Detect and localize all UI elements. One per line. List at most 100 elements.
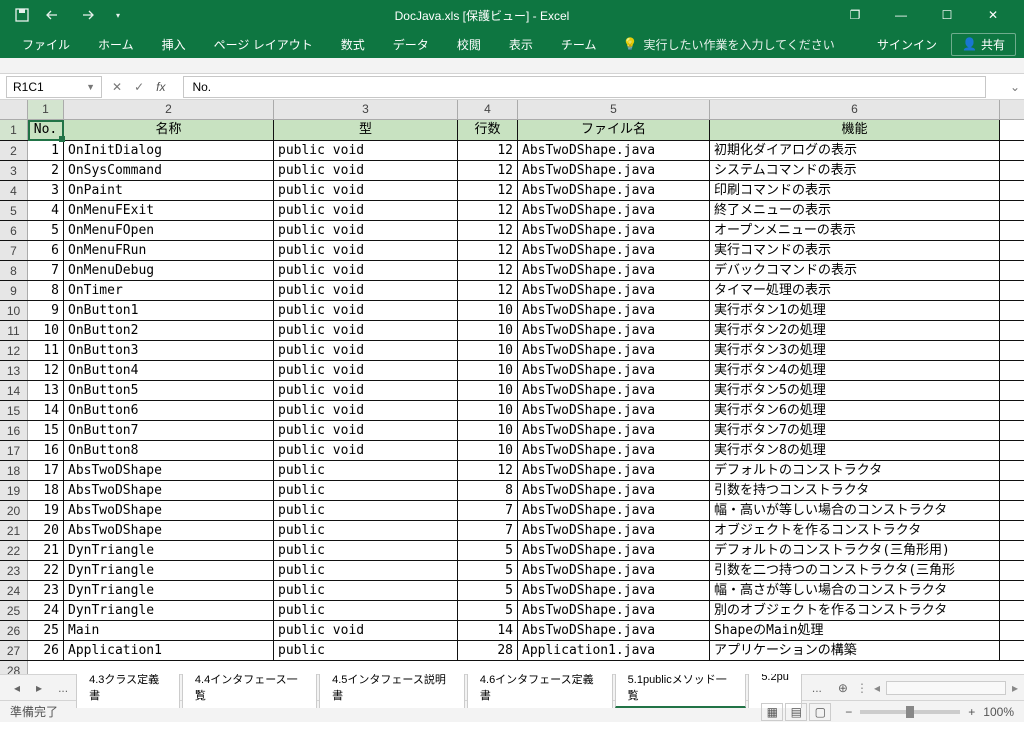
cell-func[interactable]: 印刷コマンドの表示: [710, 181, 1000, 200]
row-header[interactable]: 12: [0, 341, 28, 360]
page-layout-view-button[interactable]: ▤: [785, 703, 807, 721]
cell-file[interactable]: AbsTwoDShape.java: [518, 581, 710, 600]
cell-file[interactable]: AbsTwoDShape.java: [518, 461, 710, 480]
cell-no[interactable]: 7: [28, 261, 64, 280]
row-header[interactable]: 15: [0, 401, 28, 420]
ribbon-tab-8[interactable]: チーム: [547, 30, 611, 58]
cell-no[interactable]: 25: [28, 621, 64, 640]
cell-type[interactable]: public void: [274, 301, 458, 320]
table-header-cell[interactable]: No.: [28, 120, 64, 140]
cell-name[interactable]: AbsTwoDShape: [64, 501, 274, 520]
cell-func[interactable]: 実行ボタン5の処理: [710, 381, 1000, 400]
ribbon-tab-6[interactable]: 校閲: [443, 30, 495, 58]
cell-name[interactable]: OnButton5: [64, 381, 274, 400]
row-header[interactable]: 26: [0, 621, 28, 640]
tab-split-handle[interactable]: ⋮: [856, 681, 868, 695]
cell-file[interactable]: AbsTwoDShape.java: [518, 261, 710, 280]
cell-no[interactable]: 9: [28, 301, 64, 320]
cell-func[interactable]: 幅・高いが等しい場合のコンストラクタ: [710, 501, 1000, 520]
share-button[interactable]: 👤 共有: [951, 33, 1016, 56]
cell-no[interactable]: 4: [28, 201, 64, 220]
cell-lines[interactable]: 12: [458, 261, 518, 280]
tab-more[interactable]: ...: [804, 678, 830, 698]
ribbon-tab-4[interactable]: 数式: [327, 30, 379, 58]
cell-file[interactable]: AbsTwoDShape.java: [518, 421, 710, 440]
cell-file[interactable]: AbsTwoDShape.java: [518, 361, 710, 380]
signin-link[interactable]: サインイン: [877, 36, 937, 53]
cell-file[interactable]: AbsTwoDShape.java: [518, 221, 710, 240]
cell-type[interactable]: public void: [274, 361, 458, 380]
cell-name[interactable]: OnButton3: [64, 341, 274, 360]
cell-func[interactable]: 実行コマンドの表示: [710, 241, 1000, 260]
cell-file[interactable]: Application1.java: [518, 641, 710, 660]
cell-lines[interactable]: 10: [458, 441, 518, 460]
cell-lines[interactable]: 7: [458, 521, 518, 540]
row-header[interactable]: 3: [0, 161, 28, 180]
cell-func[interactable]: 別のオブジェクトを作るコンストラクタ: [710, 601, 1000, 620]
cell-file[interactable]: AbsTwoDShape.java: [518, 501, 710, 520]
cell-lines[interactable]: 12: [458, 221, 518, 240]
zoom-out-button[interactable]: −: [845, 705, 852, 719]
hscroll-left-icon[interactable]: ◂: [874, 681, 880, 695]
cell-file[interactable]: AbsTwoDShape.java: [518, 141, 710, 160]
cell-type[interactable]: public void: [274, 441, 458, 460]
tab-nav-left[interactable]: ◂: [6, 681, 28, 695]
select-all-corner[interactable]: [0, 100, 28, 119]
row-header[interactable]: 19: [0, 481, 28, 500]
cell-name[interactable]: OnButton6: [64, 401, 274, 420]
cell-name[interactable]: OnButton4: [64, 361, 274, 380]
cell-lines[interactable]: 10: [458, 401, 518, 420]
cell-name[interactable]: OnButton1: [64, 301, 274, 320]
zoom-slider-thumb[interactable]: [906, 706, 914, 718]
cell-type[interactable]: public: [274, 581, 458, 600]
cell-type[interactable]: public void: [274, 201, 458, 220]
cell-type[interactable]: public void: [274, 341, 458, 360]
spreadsheet-grid[interactable]: 123456 1No.名称型行数ファイル名機能21OnInitDialogpub…: [0, 100, 1024, 674]
cell-lines[interactable]: 10: [458, 381, 518, 400]
row-header[interactable]: 5: [0, 201, 28, 220]
cell-no[interactable]: 24: [28, 601, 64, 620]
column-header[interactable]: 6: [710, 100, 1000, 119]
cell-file[interactable]: AbsTwoDShape.java: [518, 181, 710, 200]
undo-button[interactable]: [40, 3, 68, 27]
cell-file[interactable]: AbsTwoDShape.java: [518, 541, 710, 560]
save-button[interactable]: [8, 3, 36, 27]
row-header[interactable]: 23: [0, 561, 28, 580]
ribbon-tab-2[interactable]: 挿入: [148, 30, 200, 58]
cell-func[interactable]: ShapeのMain処理: [710, 621, 1000, 640]
cell-no[interactable]: 16: [28, 441, 64, 460]
cell-name[interactable]: Application1: [64, 641, 274, 660]
cell-type[interactable]: public void: [274, 221, 458, 240]
cell-lines[interactable]: 5: [458, 601, 518, 620]
row-header[interactable]: 27: [0, 641, 28, 660]
cell-no[interactable]: 5: [28, 221, 64, 240]
qat-customize-icon[interactable]: ▾: [104, 3, 132, 27]
row-header[interactable]: 8: [0, 261, 28, 280]
cell-file[interactable]: AbsTwoDShape.java: [518, 481, 710, 500]
cell-type[interactable]: public void: [274, 241, 458, 260]
zoom-slider[interactable]: [860, 710, 960, 714]
cell-lines[interactable]: 12: [458, 141, 518, 160]
table-header-cell[interactable]: 行数: [458, 120, 518, 140]
cell-type[interactable]: public: [274, 561, 458, 580]
cell-no[interactable]: 11: [28, 341, 64, 360]
cell-type[interactable]: public: [274, 541, 458, 560]
cell-no[interactable]: 3: [28, 181, 64, 200]
cell-func[interactable]: 幅・高さが等しい場合のコンストラクタ: [710, 581, 1000, 600]
cell-name[interactable]: OnMenuFOpen: [64, 221, 274, 240]
cell-file[interactable]: AbsTwoDShape.java: [518, 281, 710, 300]
cell-no[interactable]: 26: [28, 641, 64, 660]
cell-no[interactable]: 21: [28, 541, 64, 560]
cell-name[interactable]: DynTriangle: [64, 541, 274, 560]
new-sheet-button[interactable]: ⊕: [830, 678, 856, 698]
cell-file[interactable]: AbsTwoDShape.java: [518, 381, 710, 400]
row-header[interactable]: 18: [0, 461, 28, 480]
cell-lines[interactable]: 5: [458, 541, 518, 560]
cell-func[interactable]: 実行ボタン3の処理: [710, 341, 1000, 360]
cell-no[interactable]: 23: [28, 581, 64, 600]
ribbon-tab-7[interactable]: 表示: [495, 30, 547, 58]
cell-file[interactable]: AbsTwoDShape.java: [518, 561, 710, 580]
zoom-level[interactable]: 100%: [983, 705, 1014, 719]
cell-no[interactable]: 19: [28, 501, 64, 520]
cell-no[interactable]: 1: [28, 141, 64, 160]
